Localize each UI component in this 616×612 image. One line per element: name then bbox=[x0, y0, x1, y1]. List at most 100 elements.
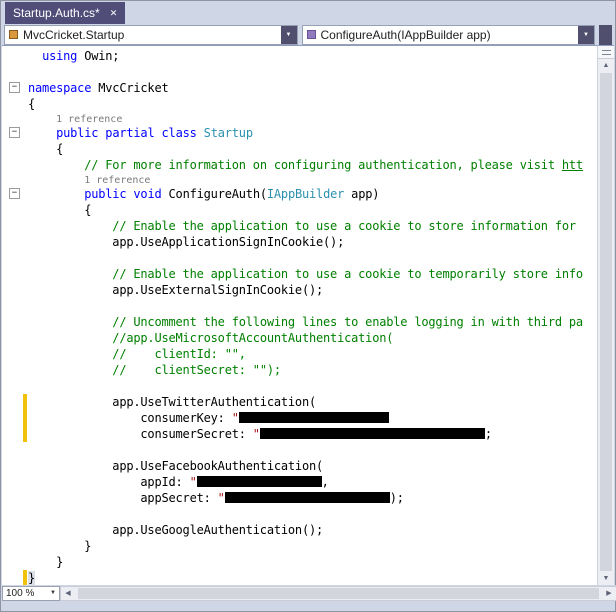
scrollbar-split-handle-icon[interactable] bbox=[598, 46, 614, 59]
code-token: Owin; bbox=[77, 49, 120, 63]
code-line[interactable]: 1 reference bbox=[2, 112, 599, 125]
code-line[interactable]: } bbox=[2, 570, 599, 585]
code-line[interactable]: using Owin; bbox=[2, 48, 599, 64]
code-line[interactable]: appId: ", bbox=[2, 474, 599, 490]
code-token: ConfigureAuth( bbox=[161, 187, 268, 201]
code-line[interactable]: // clientId: "", bbox=[2, 346, 599, 362]
code-line[interactable]: // For more information on configuring a… bbox=[2, 157, 599, 173]
collapse-region-icon[interactable]: − bbox=[9, 188, 20, 199]
code-line[interactable]: { bbox=[2, 96, 599, 112]
code-text: app.UseApplicationSignInCookie(); bbox=[28, 234, 344, 250]
code-line[interactable]: // Uncomment the following lines to enab… bbox=[2, 314, 599, 330]
unsaved-change-indicator bbox=[23, 426, 27, 442]
editor-gutter bbox=[2, 298, 28, 314]
code-line[interactable]: // Enable the application to use a cooki… bbox=[2, 266, 599, 282]
chevron-down-icon[interactable]: ▼ bbox=[578, 25, 594, 44]
code-line[interactable] bbox=[2, 378, 599, 394]
code-line[interactable]: consumerKey: " bbox=[2, 410, 599, 426]
close-icon[interactable]: ✕ bbox=[110, 8, 118, 18]
class-icon bbox=[9, 30, 18, 39]
code-editor[interactable]: using Owin; − namespace MvcCricket{ 1 refe… bbox=[2, 45, 599, 585]
code-text: // clientId: "", bbox=[28, 346, 246, 362]
editor-gutter bbox=[2, 458, 28, 474]
editor-gutter: − bbox=[2, 186, 28, 202]
navbar-edge-button[interactable] bbox=[599, 24, 612, 45]
code-token: // Uncomment the following lines to enab… bbox=[112, 315, 583, 329]
editor-gutter bbox=[2, 474, 28, 490]
document-tab[interactable]: Startup.Auth.cs* ✕ bbox=[5, 2, 126, 24]
code-line[interactable] bbox=[2, 298, 599, 314]
code-line[interactable]: } bbox=[2, 554, 599, 570]
code-line[interactable]: app.UseFacebookAuthentication( bbox=[2, 458, 599, 474]
code-line[interactable]: − public partial class Startup bbox=[2, 125, 599, 141]
collapse-region-icon[interactable]: − bbox=[9, 82, 20, 93]
code-line[interactable]: − public void ConfigureAuth(IAppBuilder … bbox=[2, 186, 599, 202]
vertical-scrollbar[interactable]: ▲ ▼ bbox=[597, 45, 614, 585]
codelens-references: 1 reference bbox=[84, 175, 151, 186]
code-token: , bbox=[321, 475, 329, 489]
editor-gutter bbox=[2, 173, 28, 186]
zoom-control[interactable]: 100 % ▼ bbox=[2, 585, 60, 601]
code-token: using bbox=[42, 49, 78, 63]
code-token: // clientId: "", bbox=[112, 347, 246, 361]
scope-dropdown-label: MvcCricket.Startup bbox=[23, 27, 125, 42]
editor-gutter bbox=[2, 554, 28, 570]
codelens-references: 1 reference bbox=[56, 114, 123, 125]
code-token: } bbox=[28, 571, 36, 585]
member-dropdown[interactable]: ConfigureAuth(IAppBuilder app) ▼ bbox=[301, 24, 595, 45]
scroll-left-icon[interactable]: ◀ bbox=[61, 587, 75, 600]
code-text: app.UseTwitterAuthentication( bbox=[28, 394, 316, 410]
code-line[interactable]: app.UseApplicationSignInCookie(); bbox=[2, 234, 599, 250]
horizontal-scrollbar[interactable]: ◀ ▶ bbox=[60, 585, 616, 601]
scroll-up-icon[interactable]: ▲ bbox=[598, 59, 614, 72]
collapse-region-icon[interactable]: − bbox=[9, 127, 20, 138]
editor-gutter bbox=[2, 490, 28, 506]
code-line[interactable] bbox=[2, 506, 599, 522]
tab-title: Startup.Auth.cs* bbox=[13, 6, 100, 20]
horizontal-scroll-thumb[interactable] bbox=[78, 587, 599, 599]
code-token: // For more information on configuring a… bbox=[84, 158, 562, 172]
code-line[interactable]: app.UseGoogleAuthentication(); bbox=[2, 522, 599, 538]
code-line[interactable]: // clientSecret: ""); bbox=[2, 362, 599, 378]
code-token: htt bbox=[561, 158, 583, 172]
code-line[interactable]: 1 reference bbox=[2, 173, 599, 186]
editor-gutter bbox=[2, 112, 28, 125]
editor-gutter bbox=[2, 157, 28, 173]
scroll-right-icon[interactable]: ▶ bbox=[602, 587, 616, 600]
vertical-scroll-track[interactable] bbox=[600, 73, 612, 571]
code-line[interactable]: consumerSecret: "; bbox=[2, 426, 599, 442]
code-line[interactable] bbox=[2, 250, 599, 266]
code-line[interactable] bbox=[2, 64, 599, 80]
code-line[interactable] bbox=[2, 442, 599, 458]
code-line[interactable]: } bbox=[2, 538, 599, 554]
chevron-down-icon[interactable]: ▼ bbox=[280, 25, 297, 44]
code-line[interactable]: app.UseTwitterAuthentication( bbox=[2, 394, 599, 410]
code-line[interactable]: //app.UseMicrosoftAccountAuthentication( bbox=[2, 330, 599, 346]
editor-gutter bbox=[2, 48, 28, 64]
horizontal-scroll-track[interactable] bbox=[76, 587, 601, 599]
code-line[interactable]: { bbox=[2, 202, 599, 218]
redacted-secret-bar bbox=[224, 492, 390, 503]
scope-dropdown[interactable]: MvcCricket.Startup ▼ bbox=[4, 24, 298, 45]
scroll-down-icon[interactable]: ▼ bbox=[598, 572, 614, 585]
code-text: app.UseFacebookAuthentication( bbox=[28, 458, 323, 474]
code-line[interactable]: { bbox=[2, 141, 599, 157]
editor-gutter bbox=[2, 234, 28, 250]
code-text: { bbox=[28, 202, 91, 218]
method-icon bbox=[306, 30, 316, 39]
code-line[interactable]: // Enable the application to use a cooki… bbox=[2, 218, 599, 234]
code-token: Startup bbox=[203, 126, 253, 140]
code-line[interactable]: appSecret: "); bbox=[2, 490, 599, 506]
unsaved-change-indicator bbox=[23, 410, 27, 426]
code-lines-container: using Owin; − namespace MvcCricket{ 1 refe… bbox=[2, 48, 599, 585]
code-text: // Uncomment the following lines to enab… bbox=[28, 314, 583, 330]
code-line[interactable]: app.UseExternalSignInCookie(); bbox=[2, 282, 599, 298]
vertical-scroll-thumb[interactable] bbox=[600, 73, 612, 571]
code-line[interactable]: − namespace MvcCricket bbox=[2, 80, 599, 96]
code-text: } bbox=[28, 570, 35, 585]
chevron-down-icon[interactable]: ▼ bbox=[50, 590, 56, 596]
